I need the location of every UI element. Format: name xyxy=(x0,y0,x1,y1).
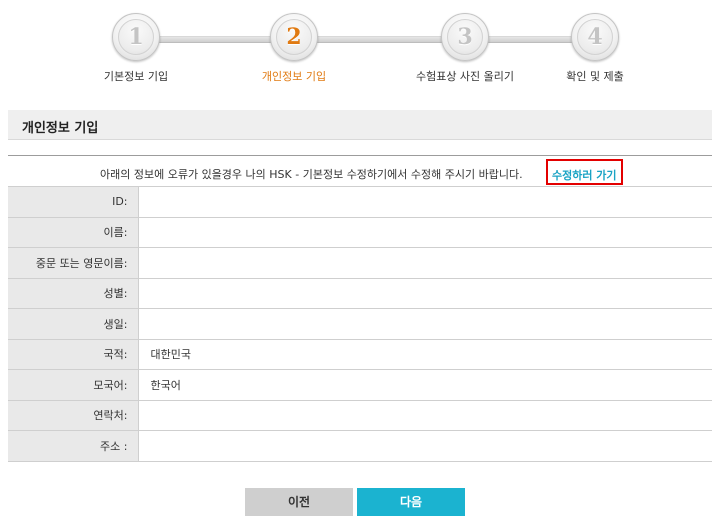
step-4-number: 4 xyxy=(587,24,603,50)
table-row: 이름: xyxy=(8,217,712,248)
prev-button[interactable]: 이전 xyxy=(245,488,353,516)
step-2-circle-icon: 2 xyxy=(270,13,318,61)
notice-message: 아래의 정보에 오류가 있을경우 나의 HSK - 기본정보 수정하기에서 수정… xyxy=(100,168,523,181)
field-label-birthday: 생일: xyxy=(8,308,138,340)
step-3-circle-icon: 3 xyxy=(441,13,489,61)
step-1-circle-icon: 1 xyxy=(112,13,160,61)
field-label-contact: 연락처: xyxy=(8,400,138,431)
field-value-gender xyxy=(137,278,712,309)
field-value-native-language: 한국어 xyxy=(137,369,712,401)
field-label-name: 이름: xyxy=(8,217,138,248)
field-label-gender: 성별: xyxy=(8,278,138,309)
edit-info-link[interactable]: 수정하러 가기 xyxy=(546,159,623,185)
step-1-label: 기본정보 기입 xyxy=(103,70,169,83)
table-row: 모국어: 한국어 xyxy=(8,369,712,401)
step-4-circle-icon: 4 xyxy=(571,13,619,61)
step-4-label: 확인 및 제출 xyxy=(566,70,624,83)
step-indicator: 1 기본정보 기입 2 개인정보 기입 3 수험표상 사진 올리기 4 확인 및… xyxy=(0,0,720,95)
section-title: 개인정보 기입 xyxy=(22,121,99,136)
notice-bar: 아래의 정보에 오류가 있을경우 나의 HSK - 기본정보 수정하기에서 수정… xyxy=(8,155,712,186)
field-value-foreign-name xyxy=(137,247,712,279)
step-2: 2 개인정보 기입 xyxy=(214,13,374,84)
field-label-native-language: 모국어: xyxy=(8,369,138,401)
field-label-address: 주소 : xyxy=(8,430,138,462)
table-row: 생일: xyxy=(8,308,712,340)
step-1-number: 1 xyxy=(128,24,144,50)
field-value-address xyxy=(137,430,712,462)
next-button[interactable]: 다음 xyxy=(357,488,465,516)
table-row: 국적: 대한민국 xyxy=(8,339,712,370)
step-4: 4 확인 및 제출 xyxy=(515,13,675,84)
field-value-id xyxy=(137,186,712,218)
table-row: ID: xyxy=(8,186,712,218)
table-row: 성별: xyxy=(8,278,712,309)
step-2-number: 2 xyxy=(286,24,302,50)
field-label-nationality: 국적: xyxy=(8,339,138,370)
step-1: 1 기본정보 기입 xyxy=(56,13,216,84)
table-row: 중문 또는 영문이름: xyxy=(8,247,712,279)
field-label-id: ID: xyxy=(8,186,138,218)
field-label-foreign-name: 중문 또는 영문이름: xyxy=(8,247,138,279)
personal-info-table: ID: 이름: 중문 또는 영문이름: 성별: 생일: 국적: 대한민국 모국어:… xyxy=(8,186,712,462)
section-header: 개인정보 기입 xyxy=(8,110,712,140)
table-row: 연락처: xyxy=(8,400,712,431)
table-row: 주소 : xyxy=(8,430,712,462)
field-value-name xyxy=(137,217,712,248)
field-value-birthday xyxy=(137,308,712,340)
step-2-label: 개인정보 기입 xyxy=(261,70,327,83)
field-value-contact xyxy=(137,400,712,431)
field-value-nationality: 대한민국 xyxy=(137,339,712,370)
step-3-number: 3 xyxy=(457,24,473,50)
